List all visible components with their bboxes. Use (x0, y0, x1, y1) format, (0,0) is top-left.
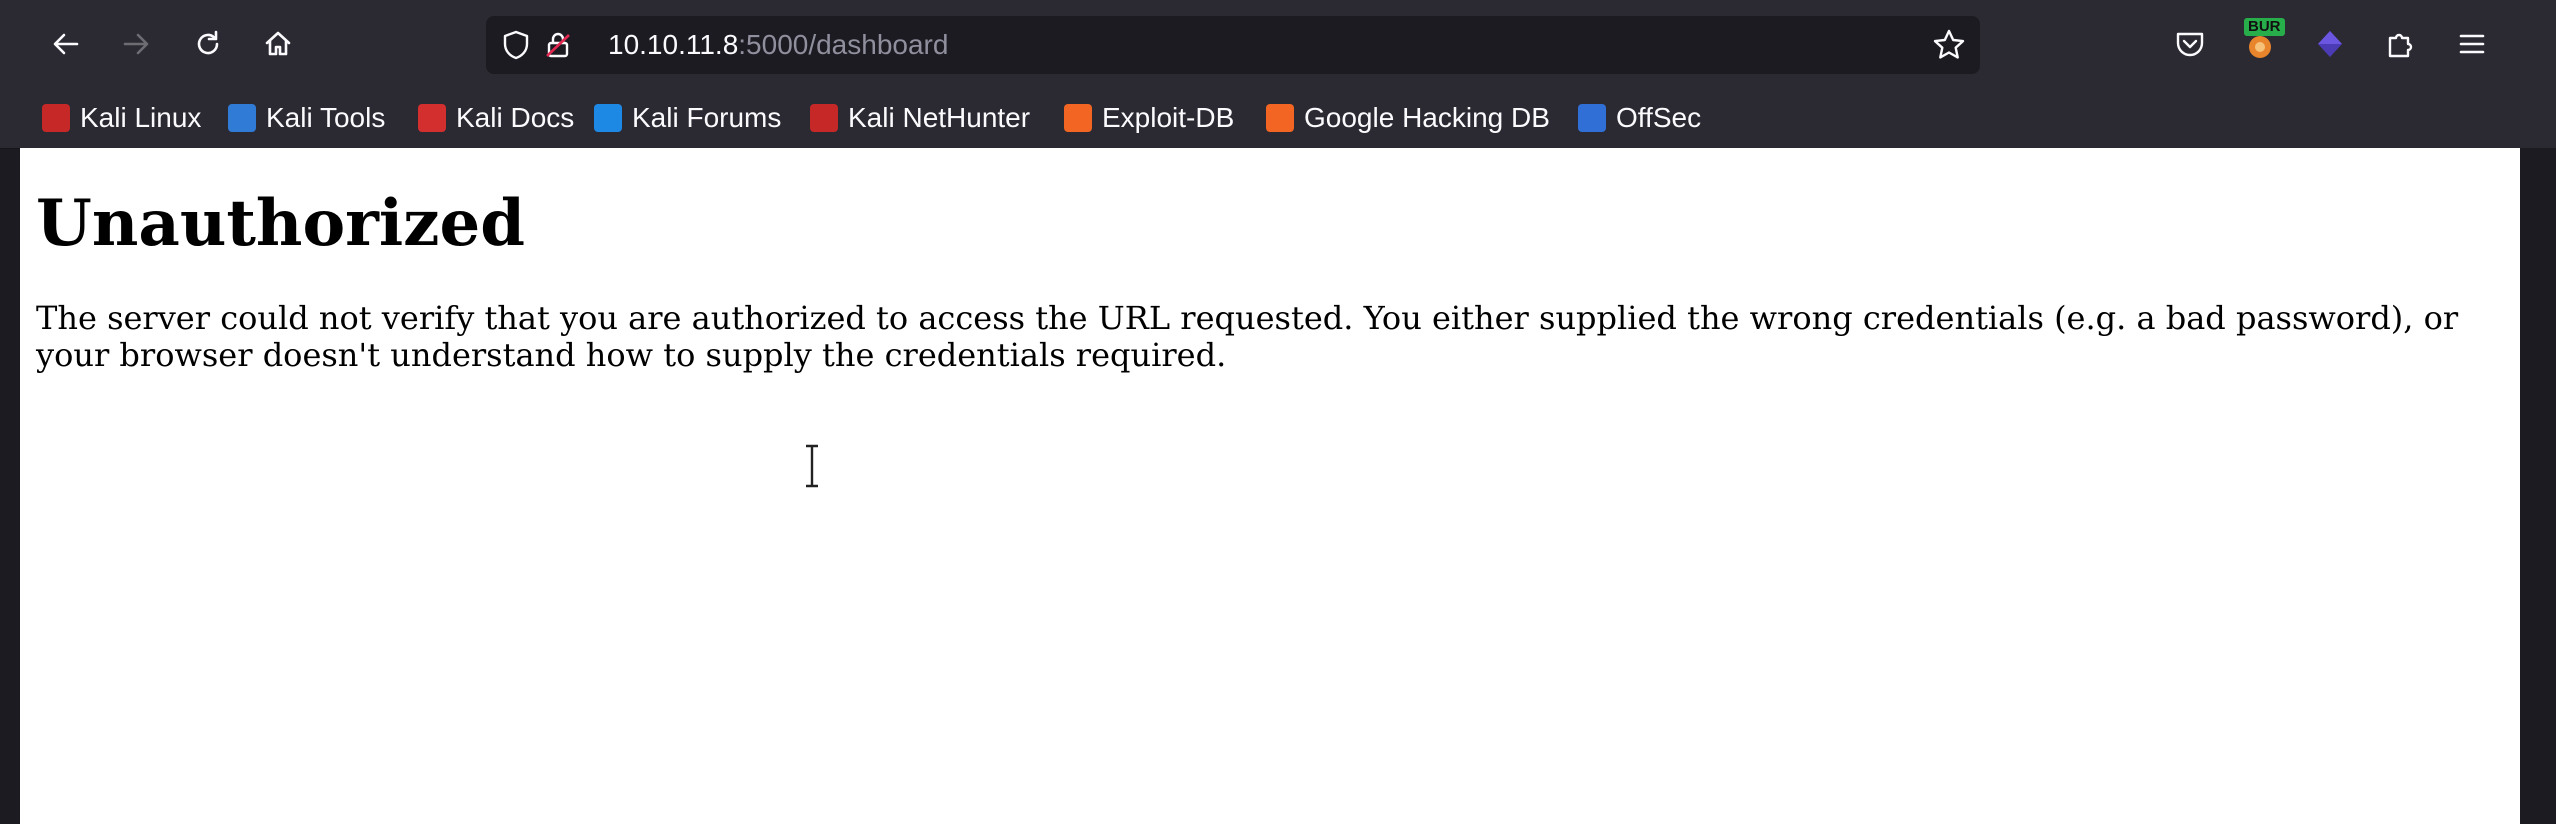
kali-dragon-icon (42, 104, 70, 132)
extensions-menu-button[interactable] (2378, 22, 2422, 66)
burp-badge: BUR (2244, 18, 2285, 36)
bookmark-kali-forums[interactable]: Kali Forums (594, 96, 781, 140)
url-host: 10.10.11.8 (608, 29, 739, 60)
extension-button[interactable] (2308, 22, 2352, 66)
error-message: The server could not verify that you are… (36, 299, 2459, 374)
home-button[interactable] (250, 16, 306, 72)
pocket-icon (2176, 32, 2204, 57)
hamburger-menu-icon (2459, 34, 2485, 54)
exploit-db-icon (1064, 104, 1092, 132)
bookmark-label: Kali Linux (80, 102, 202, 133)
page-content: Unauthorized The server could not verify… (20, 148, 2520, 824)
browser-toolbar: 10.10.11.8:5000/dashboard BUR (0, 0, 2556, 88)
tracking-protection-shield-icon[interactable] (500, 29, 532, 61)
offsec-icon (1578, 104, 1606, 132)
page-title: Unauthorized (36, 186, 525, 261)
bookmark-kali-linux[interactable]: Kali Linux (42, 96, 201, 140)
url-path: :5000/dashboard (738, 29, 949, 60)
bookmark-label: Kali NetHunter (848, 102, 1031, 133)
kali-tools-icon (228, 104, 256, 132)
insecure-lock-icon[interactable] (542, 29, 574, 61)
bookmark-label: Exploit-DB (1102, 102, 1235, 133)
bookmark-label: Kali Forums (632, 102, 782, 133)
ghdb-icon (1266, 104, 1294, 132)
back-button[interactable] (38, 16, 94, 72)
kali-forums-icon (594, 104, 622, 132)
bookmarks-toolbar: Kali Linux Kali Tools Kali Docs Kali For… (0, 88, 2556, 149)
forward-button[interactable] (108, 16, 164, 72)
bookmark-kali-nethunter[interactable]: Kali NetHunter (810, 96, 1030, 140)
bookmark-offsec[interactable]: OffSec (1578, 96, 1701, 140)
bookmark-exploit-db[interactable]: Exploit-DB (1064, 96, 1234, 140)
bookmark-label: OffSec (1616, 102, 1702, 133)
bookmark-kali-docs[interactable]: Kali Docs (418, 96, 574, 140)
kali-docs-icon (418, 104, 446, 132)
text-cursor-icon (806, 444, 818, 488)
url-text[interactable]: 10.10.11.8:5000/dashboard (608, 28, 948, 62)
back-arrow-icon (53, 33, 79, 55)
purple-cube-extension-icon (2318, 31, 2342, 57)
bookmark-label: Kali Docs (456, 102, 575, 133)
bookmark-star-icon[interactable] (1932, 28, 1966, 62)
forward-arrow-icon (123, 33, 149, 55)
bookmark-google-hacking-db[interactable]: Google Hacking DB (1266, 96, 1550, 140)
bookmark-label: Kali Tools (266, 102, 386, 133)
kali-nethunter-icon (810, 104, 838, 132)
app-menu-button[interactable] (2450, 22, 2494, 66)
window-edge (2520, 148, 2556, 824)
reload-icon (197, 30, 219, 55)
reload-button[interactable] (180, 16, 236, 72)
bookmark-kali-tools[interactable]: Kali Tools (228, 96, 385, 140)
url-bar[interactable]: 10.10.11.8:5000/dashboard (486, 16, 1980, 74)
bookmark-label: Google Hacking DB (1304, 102, 1550, 133)
puzzle-piece-icon (2388, 33, 2413, 58)
pocket-button[interactable] (2168, 22, 2212, 66)
home-icon (265, 31, 291, 56)
